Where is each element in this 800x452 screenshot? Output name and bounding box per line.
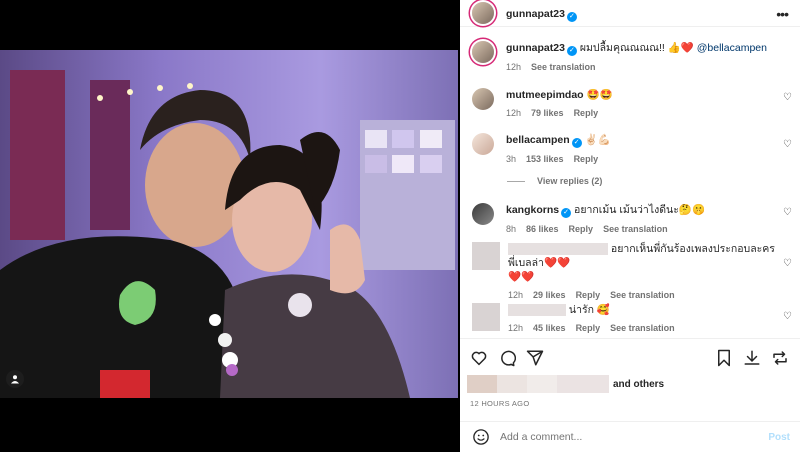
comment-body: mutmeepimdao 🤩🤩 12h 79 likes Reply	[506, 88, 776, 120]
caption-text: ผมปลื้มคุณณณณ!! 👍❤️	[579, 42, 694, 54]
caption-body: gunnapat23 ✓ ผมปลื้มคุณณณณ!! 👍❤️ @bellaca…	[506, 41, 776, 74]
comment-text-cont: ❤️❤️	[508, 271, 535, 283]
verified-icon: ✓	[566, 12, 577, 22]
bookmark-icon[interactable]	[715, 349, 733, 367]
see-translation-link[interactable]: See translation	[531, 60, 596, 74]
view-replies-label: View replies (2)	[537, 176, 603, 186]
comment-username[interactable]: bellacampen	[506, 134, 570, 146]
comment-age: 12h	[506, 108, 522, 118]
caption: gunnapat23 ✓ ผมปลื้มคุณณณณ!! 👍❤️ @bellaca…	[460, 41, 800, 74]
reply-button[interactable]: Reply	[576, 288, 601, 302]
commenter-avatar[interactable]	[472, 303, 500, 331]
comment-likes[interactable]: 153 likes	[526, 152, 564, 166]
comment-text: น่ารัก 🥰	[568, 304, 610, 316]
comment-body: bellacampen ✓ ✌🏻💪🏻 3h 153 likes Reply	[506, 133, 776, 166]
post-photo[interactable]	[0, 50, 458, 398]
comment-age: 12h	[508, 290, 524, 300]
see-translation-link[interactable]: See translation	[603, 222, 668, 236]
comment-age: 12h	[508, 323, 524, 333]
commenter-avatar[interactable]	[472, 242, 500, 270]
comment-username-redacted[interactable]	[508, 243, 608, 256]
post-media	[0, 0, 460, 452]
reply-button[interactable]: Reply	[574, 152, 599, 166]
emoji-icon[interactable]	[472, 428, 490, 446]
likes-summary[interactable]: and others	[613, 379, 664, 390]
comment-body: kangkorns ✓ อยากเม้น เม้นว่าไงดีนะ🤔🤫 8h 8…	[506, 203, 776, 236]
comment-item: mutmeepimdao 🤩🤩 12h 79 likes Reply ♡	[460, 88, 800, 120]
caption-age: 12h	[506, 62, 522, 72]
repost-icon[interactable]	[771, 349, 789, 367]
download-icon[interactable]	[743, 349, 761, 367]
see-translation-link[interactable]: See translation	[610, 321, 675, 335]
post-header: gunnapat23 ✓ •••	[460, 0, 800, 27]
reply-button[interactable]: Reply	[569, 222, 594, 236]
comment-text: อยากเม้น เม้นว่าไงดีนะ🤔🤫	[574, 204, 706, 216]
comment-text: ✌🏻💪🏻	[584, 134, 611, 146]
commenter-avatar[interactable]	[472, 133, 494, 155]
comment-item: kangkorns ✓ อยากเม้น เม้นว่าไงดีนะ🤔🤫 8h 8…	[460, 203, 800, 236]
comment-body: น่ารัก 🥰 12h 45 likes Reply See translat…	[508, 303, 778, 335]
comment-bar: Post	[460, 421, 800, 452]
comment-username[interactable]: kangkorns	[506, 204, 559, 216]
likes-row: and others	[467, 374, 664, 394]
verified-icon: ✓	[566, 46, 577, 56]
comment-body: อยากเห็นพี่กันร้องเพลงประกอบละครพี่เบลล่…	[508, 242, 778, 302]
author-avatar[interactable]	[472, 41, 494, 63]
comment-like-icon[interactable]: ♡	[783, 207, 792, 218]
verified-icon: ✓	[561, 208, 572, 218]
view-replies-button[interactable]: View replies (2)	[507, 176, 602, 186]
comment-input[interactable]	[500, 431, 750, 443]
author-avatar[interactable]	[472, 2, 494, 24]
comment-like-icon[interactable]: ♡	[783, 311, 792, 322]
comment-age: 3h	[506, 154, 517, 164]
action-bar	[460, 338, 800, 376]
post-button[interactable]: Post	[768, 432, 790, 443]
caption-username[interactable]: gunnapat23	[506, 42, 565, 54]
commenter-avatar[interactable]	[472, 203, 494, 225]
comment-item: bellacampen ✓ ✌🏻💪🏻 3h 153 likes Reply ♡	[460, 133, 800, 166]
send-icon[interactable]	[526, 349, 544, 367]
comment-age: 8h	[506, 224, 517, 234]
verified-icon: ✓	[571, 138, 582, 148]
liker-name-redacted[interactable]	[557, 375, 609, 393]
comment-text: 🤩🤩	[586, 89, 613, 101]
comment-likes[interactable]: 86 likes	[526, 222, 559, 236]
reply-button[interactable]: Reply	[574, 106, 599, 120]
caption-mention[interactable]: @bellacampen	[697, 42, 767, 54]
comment-likes[interactable]: 79 likes	[531, 106, 564, 120]
commenter-avatar[interactable]	[472, 88, 494, 110]
heart-icon[interactable]	[470, 349, 488, 367]
comment-item: น่ารัก 🥰 12h 45 likes Reply See translat…	[460, 303, 800, 335]
see-translation-link[interactable]: See translation	[610, 288, 675, 302]
comment-username-redacted[interactable]	[508, 304, 566, 317]
comment-like-icon[interactable]: ♡	[783, 92, 792, 103]
comment-like-icon[interactable]: ♡	[783, 258, 792, 269]
comment-like-icon[interactable]: ♡	[783, 139, 792, 150]
reply-button[interactable]: Reply	[576, 321, 601, 335]
more-icon[interactable]: •••	[776, 6, 789, 22]
liker-avatar[interactable]	[497, 375, 527, 393]
author-username[interactable]: gunnapat23	[506, 8, 565, 20]
liker-avatar[interactable]	[467, 375, 497, 393]
post-timestamp: 12 HOURS AGO	[470, 399, 530, 408]
comment-likes[interactable]: 45 likes	[533, 321, 566, 335]
divider	[507, 180, 525, 182]
comment-item: อยากเห็นพี่กันร้องเพลงประกอบละครพี่เบลล่…	[460, 242, 800, 302]
comment-icon[interactable]	[498, 349, 516, 367]
comment-username[interactable]: mutmeepimdao	[506, 89, 584, 101]
post-panel: gunnapat23 ✓ ••• gunnapat23 ✓ ผมปลื้มคุณณณ…	[460, 0, 800, 452]
liker-avatar[interactable]	[527, 375, 557, 393]
user-tag-icon[interactable]	[6, 370, 24, 388]
comment-likes[interactable]: 29 likes	[533, 288, 566, 302]
author-name-wrap: gunnapat23 ✓	[506, 4, 577, 22]
